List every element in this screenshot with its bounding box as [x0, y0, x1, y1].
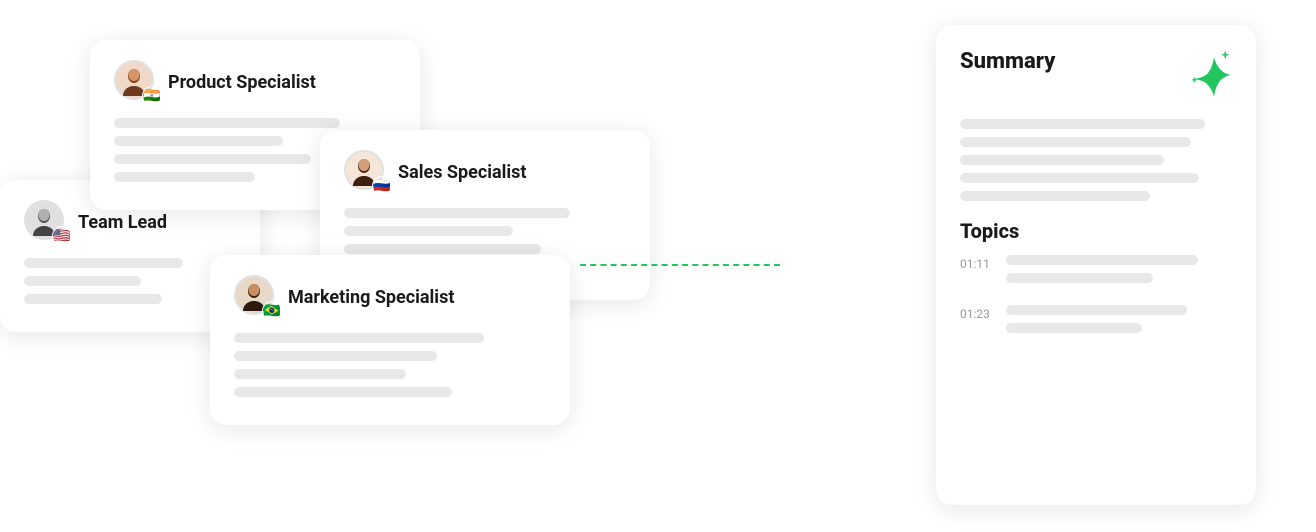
topic-lines-1 [1006, 255, 1232, 291]
connector-line [580, 264, 780, 266]
summary-line-3 [960, 155, 1164, 165]
card-sales-header: 🇷🇺 Sales Specialist [344, 150, 626, 194]
team-line-1 [24, 258, 183, 268]
flag-team: 🇺🇸 [52, 226, 72, 246]
team-line-3 [24, 294, 162, 304]
topic-lines-2 [1006, 305, 1232, 341]
card-marketing-specialist[interactable]: 🇧🇷 Marketing Specialist [210, 255, 570, 425]
product-line-2 [114, 136, 283, 146]
topic2-line-1 [1006, 305, 1187, 315]
product-line-3 [114, 154, 311, 164]
sparkle-icon: + + [1184, 49, 1232, 103]
product-line-1 [114, 118, 340, 128]
topic-time-1: 01:11 [960, 255, 996, 271]
summary-line-2 [960, 137, 1191, 147]
topic1-line-1 [1006, 255, 1198, 265]
flag-product: 🇮🇳 [142, 86, 162, 106]
flag-marketing: 🇧🇷 [262, 301, 282, 321]
marketing-line-2 [234, 351, 437, 361]
card-marketing-header: 🇧🇷 Marketing Specialist [234, 275, 546, 319]
summary-panel: Summary + + Topics 01:11 [936, 25, 1256, 505]
topic1-line-2 [1006, 273, 1153, 283]
avatar-marketing: 🇧🇷 [234, 275, 278, 319]
card-product-header: 🇮🇳 Product Specialist [114, 60, 396, 104]
avatar-product: 🇮🇳 [114, 60, 158, 104]
main-scene: 🇮🇳 Product Specialist 🇺🇸 [0, 0, 1316, 532]
sales-line-1 [344, 208, 570, 218]
summary-line-4 [960, 173, 1199, 183]
topics-title: Topics [960, 219, 1232, 243]
product-line-4 [114, 172, 255, 182]
sales-line-2 [344, 226, 513, 236]
marketing-line-4 [234, 387, 452, 397]
summary-header: Summary + + [960, 49, 1232, 103]
svg-text:+: + [1192, 76, 1197, 86]
card-sales-title: Sales Specialist [398, 162, 527, 183]
summary-line-5 [960, 191, 1150, 201]
marketing-line-3 [234, 369, 406, 379]
card-product-title: Product Specialist [168, 72, 316, 93]
marketing-line-1 [234, 333, 484, 343]
topic-time-2: 01:23 [960, 305, 996, 321]
card-marketing-title: Marketing Specialist [288, 287, 454, 308]
team-line-2 [24, 276, 141, 286]
avatar-team: 🇺🇸 [24, 200, 68, 244]
svg-text:+: + [1222, 49, 1229, 62]
summary-line-1 [960, 119, 1205, 129]
avatar-sales: 🇷🇺 [344, 150, 388, 194]
topic-row-2: 01:23 [960, 305, 1232, 341]
topic2-line-2 [1006, 323, 1142, 333]
flag-sales: 🇷🇺 [372, 176, 392, 196]
card-team-title: Team Lead [78, 212, 167, 233]
summary-title: Summary [960, 49, 1055, 74]
sales-line-3 [344, 244, 541, 254]
topic-row-1: 01:11 [960, 255, 1232, 291]
